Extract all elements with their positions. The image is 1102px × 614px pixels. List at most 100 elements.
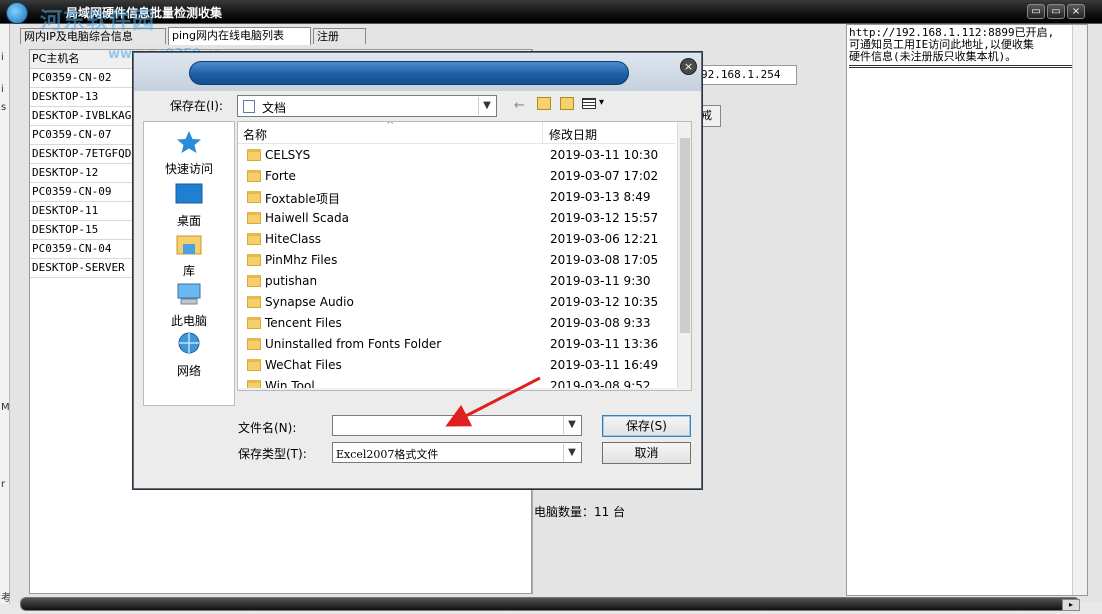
file-date: 2019-03-07 17:02 bbox=[550, 169, 659, 183]
filename-input[interactable] bbox=[332, 415, 582, 436]
folder-icon bbox=[247, 338, 261, 350]
file-row[interactable]: Uninstalled from Fonts Folder 2019-03-11 … bbox=[238, 334, 675, 355]
file-row[interactable]: putishan 2019-03-11 9:30 bbox=[238, 271, 675, 292]
place-label: 网络 bbox=[176, 364, 201, 378]
file-row[interactable]: Forte 2019-03-07 17:02 bbox=[238, 166, 675, 187]
file-list-header: ^ 名称 修改日期 bbox=[238, 122, 675, 144]
place-network[interactable]: 网络 bbox=[144, 332, 234, 379]
folder-icon bbox=[247, 170, 261, 182]
new-folder-icon[interactable] bbox=[560, 97, 574, 110]
file-date: 2019-03-13 8:49 bbox=[550, 190, 651, 204]
file-list-vscrollbar[interactable] bbox=[677, 122, 691, 390]
dialog-title-bar: × bbox=[134, 53, 701, 91]
file-date: 2019-03-12 10:35 bbox=[550, 295, 659, 309]
dialog-close-button[interactable]: × bbox=[680, 58, 697, 75]
save-in-label: 保存在(I): bbox=[170, 99, 223, 113]
file-row[interactable]: Tencent Files 2019-03-08 9:33 bbox=[238, 313, 675, 334]
place-library[interactable]: 库 bbox=[144, 232, 234, 279]
file-row[interactable]: Haiwell Scada 2019-03-12 15:57 bbox=[238, 208, 675, 229]
scroll-thumb[interactable] bbox=[680, 138, 690, 333]
views-chevron-icon[interactable]: ▾ bbox=[599, 97, 604, 108]
log-text: http://192.168.1.112:8899已开启, 可通知员工用IE访问… bbox=[849, 27, 1085, 68]
views-menu-icon[interactable] bbox=[582, 98, 596, 109]
folder-icon bbox=[247, 212, 261, 224]
chevron-down-icon[interactable]: ▼ bbox=[563, 444, 580, 462]
file-name: Tencent Files bbox=[265, 316, 342, 330]
file-name: Uninstalled from Fonts Folder bbox=[265, 337, 442, 351]
back-icon[interactable]: ← bbox=[514, 98, 525, 113]
watermark-text: 河东软件园 bbox=[40, 8, 156, 34]
folder-icon bbox=[247, 275, 261, 287]
chevron-down-icon[interactable]: ▼ bbox=[478, 97, 495, 115]
file-row[interactable]: HiteClass 2019-03-06 12:21 bbox=[238, 229, 675, 250]
file-date: 2019-03-06 12:21 bbox=[550, 232, 659, 246]
file-list-hscrollbar[interactable] bbox=[238, 388, 691, 390]
minimize-button[interactable]: ▭ bbox=[1027, 4, 1045, 19]
log-panel[interactable]: http://192.168.1.112:8899已开启, 可通知员工用IE访问… bbox=[846, 24, 1088, 596]
edge-glyph: i bbox=[1, 84, 4, 95]
tab-register[interactable]: 注册 bbox=[313, 28, 366, 44]
folder-icon bbox=[247, 254, 261, 266]
dialog-title-decoration bbox=[189, 61, 629, 85]
file-date: 2019-03-12 15:57 bbox=[550, 211, 659, 225]
file-name: Forte bbox=[265, 169, 296, 183]
log-scrollbar[interactable] bbox=[1072, 25, 1087, 595]
folder-icon bbox=[247, 296, 261, 308]
save-in-dropdown[interactable]: 文档 ▼ bbox=[237, 95, 497, 117]
folder-icon bbox=[247, 149, 261, 161]
maximize-button[interactable]: ▭ bbox=[1047, 4, 1065, 19]
tab-ping-list[interactable]: ping网内在线电脑列表 bbox=[168, 27, 311, 45]
place-label: 库 bbox=[182, 264, 195, 278]
computer-icon bbox=[177, 283, 201, 305]
file-name: CELSYS bbox=[265, 148, 311, 162]
place-quick-access[interactable]: 快速访问 bbox=[144, 130, 234, 177]
file-name: Haiwell Scada bbox=[265, 211, 349, 225]
filetype-label: 保存类型(T): bbox=[238, 447, 307, 461]
file-name: Synapse Audio bbox=[265, 295, 354, 309]
library-icon bbox=[176, 235, 202, 255]
places-bar: 快速访问 桌面 库 此电脑 网络 bbox=[143, 121, 235, 406]
column-divider[interactable] bbox=[542, 122, 543, 144]
close-button[interactable]: × bbox=[1067, 4, 1085, 19]
chevron-down-icon[interactable]: ▼ bbox=[563, 416, 580, 434]
edge-glyph: M bbox=[1, 402, 10, 413]
edge-glyph: i bbox=[1, 52, 4, 63]
file-row[interactable]: WeChat Files 2019-03-11 16:49 bbox=[238, 355, 675, 376]
folder-icon bbox=[247, 317, 261, 329]
document-icon bbox=[243, 100, 255, 113]
file-date: 2019-03-11 9:30 bbox=[550, 274, 651, 288]
place-label: 快速访问 bbox=[164, 162, 213, 176]
file-date: 2019-03-08 9:33 bbox=[550, 316, 651, 330]
cancel-button[interactable]: 取消 bbox=[602, 442, 691, 464]
file-row[interactable]: PinMhz Files 2019-03-08 17:05 bbox=[238, 250, 675, 271]
column-date-header[interactable]: 修改日期 bbox=[549, 126, 597, 143]
sort-caret-icon: ^ bbox=[386, 121, 395, 131]
file-row[interactable]: Foxtable项目 2019-03-13 8:49 bbox=[238, 187, 675, 208]
folder-icon bbox=[247, 359, 261, 371]
up-folder-icon[interactable] bbox=[537, 97, 551, 110]
place-label: 此电脑 bbox=[170, 314, 207, 328]
file-date: 2019-03-11 13:36 bbox=[550, 337, 659, 351]
scroll-right-icon[interactable]: ▸ bbox=[1062, 599, 1080, 611]
bottom-scrollbar[interactable] bbox=[20, 597, 1080, 611]
network-icon bbox=[178, 332, 200, 354]
save-in-value: 文档 bbox=[262, 101, 287, 115]
file-name: WeChat Files bbox=[265, 358, 342, 372]
save-button[interactable]: 保存(S) bbox=[602, 415, 691, 437]
folder-icon bbox=[247, 233, 261, 245]
file-list[interactable]: ^ 名称 修改日期 CELSYS 2019-03-11 10:30 Forte 20… bbox=[237, 121, 692, 391]
file-name: PinMhz Files bbox=[265, 253, 338, 267]
filename-label: 文件名(N): bbox=[238, 421, 297, 435]
file-row[interactable]: CELSYS 2019-03-11 10:30 bbox=[238, 145, 675, 166]
desktop-icon bbox=[175, 183, 203, 204]
place-this-pc[interactable]: 此电脑 bbox=[144, 282, 234, 329]
place-desktop[interactable]: 桌面 bbox=[144, 182, 234, 229]
place-label: 桌面 bbox=[176, 214, 201, 228]
file-row[interactable]: Synapse Audio 2019-03-12 10:35 bbox=[238, 292, 675, 313]
file-name: putishan bbox=[265, 274, 318, 288]
folder-icon bbox=[247, 191, 261, 203]
edge-glyph: s bbox=[1, 102, 7, 113]
file-name: Foxtable项目 bbox=[265, 192, 340, 206]
column-name-header[interactable]: 名称 bbox=[243, 126, 267, 143]
filetype-dropdown[interactable]: Excel2007格式文件 ▼ bbox=[332, 442, 582, 463]
